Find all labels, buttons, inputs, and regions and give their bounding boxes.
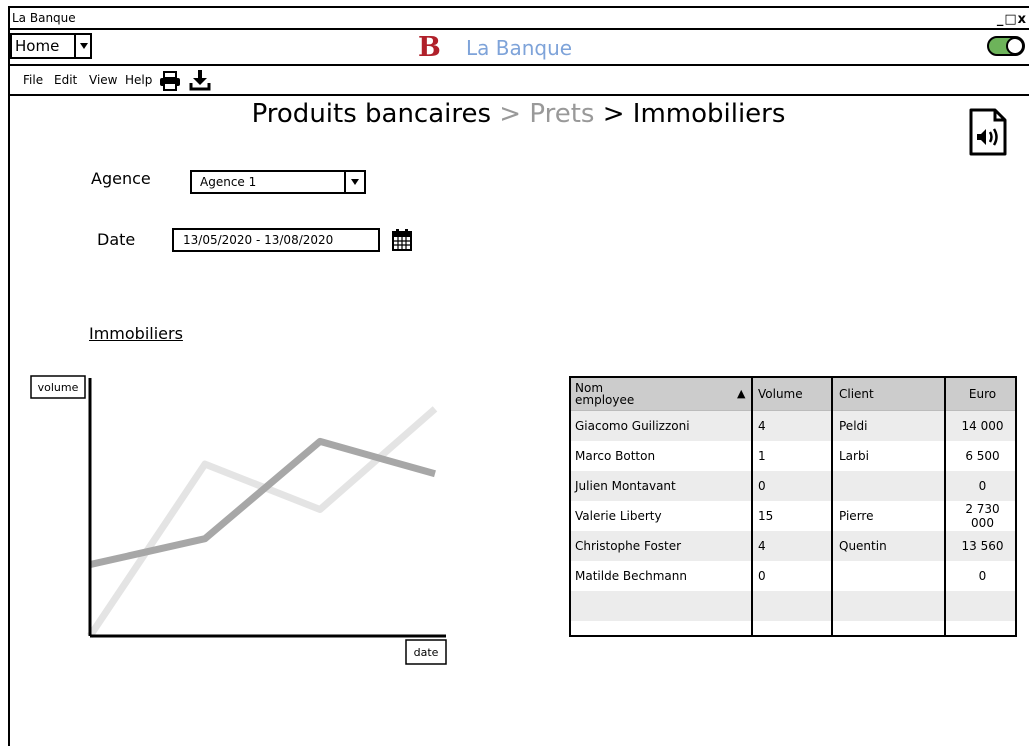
cell-nom: Christophe Foster: [571, 531, 754, 561]
download-icon[interactable]: [189, 69, 211, 91]
cell-client: Pierre: [839, 509, 874, 523]
table-row[interactable]: Julien Montavant 0 0: [571, 471, 1015, 501]
agence-label: Agence: [91, 169, 151, 188]
table-row[interactable]: [571, 621, 1015, 651]
table-row[interactable]: Christophe Foster 4 Quentin 13 560: [571, 531, 1015, 561]
title-bar: La Banque _□x: [10, 8, 1029, 30]
breadcrumb-immobiliers[interactable]: Immobiliers: [633, 99, 786, 129]
series-line-1: [87, 406, 438, 638]
cell-volume: 0: [754, 471, 835, 501]
table-row[interactable]: Giacomo Guilizzoni 4 Peldi 14 000: [571, 410, 1015, 441]
sort-icon[interactable]: ▲: [737, 388, 745, 400]
y-axis-label: volume: [38, 381, 79, 394]
breadcrumb-prets[interactable]: Prets: [529, 99, 594, 129]
toggle-switch[interactable]: [987, 36, 1025, 56]
breadcrumb-produits[interactable]: Produits bancaires: [252, 99, 491, 129]
section-title-link[interactable]: Immobiliers: [89, 324, 183, 343]
brand-name: La Banque: [466, 36, 573, 60]
home-select-value: Home: [15, 37, 60, 55]
line-chart: volume date: [30, 375, 447, 665]
cell-euro: [950, 621, 1015, 651]
cell-volume: 0: [758, 569, 766, 583]
printer-icon[interactable]: [158, 71, 182, 91]
menu-file[interactable]: File: [23, 66, 43, 94]
agence-select-value: Agence 1: [200, 175, 257, 189]
cell-nom: Giacomo Guilizzoni: [571, 410, 754, 441]
cell-nom: Marco Botton: [575, 449, 656, 463]
cell-client: Quentin: [835, 531, 950, 561]
cell-nom: Valerie Liberty: [575, 509, 662, 523]
table-row[interactable]: Marco Botton 1 Larbi 6 500: [571, 441, 1015, 471]
col-header-euro[interactable]: Euro: [950, 378, 1015, 411]
cell-volume: [754, 591, 835, 621]
cell-euro: [950, 591, 1015, 621]
cell-nom: Matilde Bechmann: [575, 569, 687, 583]
cell-client: [835, 471, 950, 501]
cell-euro: 13 560: [950, 531, 1015, 561]
column-divider: [831, 378, 833, 637]
cell-nom: [571, 591, 754, 621]
cell-client: [835, 621, 950, 651]
cell-euro: 0: [978, 569, 987, 583]
col-header-client[interactable]: Client: [835, 378, 950, 411]
cell-euro: 0: [950, 471, 1015, 501]
calendar-icon[interactable]: [391, 228, 413, 252]
employee-table: Nom employee ▲ Volume Client Euro Giacom…: [569, 376, 1017, 637]
cell-euro: 2 730 000: [965, 502, 1000, 530]
cell-euro: 6 500: [965, 449, 1000, 463]
date-range-input[interactable]: 13/05/2020 - 13/08/2020: [172, 228, 380, 252]
table-row[interactable]: [571, 591, 1015, 621]
home-select[interactable]: Home: [10, 33, 92, 59]
date-label: Date: [97, 230, 136, 249]
cell-client: Larbi: [839, 449, 869, 463]
window-title: La Banque: [12, 11, 76, 25]
menu-edit[interactable]: Edit: [54, 66, 77, 94]
breadcrumb: Produits bancaires > Prets > Immobiliers: [8, 98, 1029, 130]
chevron-down-icon[interactable]: [344, 172, 364, 192]
menu-help[interactable]: Help: [125, 66, 152, 94]
col-header-volume[interactable]: Volume: [754, 378, 835, 411]
brand-logo: B: [418, 32, 441, 63]
series-line-2: [89, 437, 436, 569]
breadcrumb-sep: >: [491, 99, 530, 129]
nav-bar: Home B La Banque: [10, 30, 1029, 66]
cell-client: Peldi: [835, 410, 950, 441]
chevron-down-icon[interactable]: [74, 33, 90, 59]
table-row[interactable]: Valerie Liberty 15 Pierre 2 730 000: [571, 501, 1015, 531]
window-controls[interactable]: _□x: [997, 10, 1027, 30]
column-divider: [944, 378, 946, 637]
cell-volume: 4: [754, 410, 835, 441]
x-axis-label: date: [414, 646, 439, 659]
cell-euro: 14 000: [950, 410, 1015, 441]
cell-nom: [571, 621, 754, 651]
menu-view[interactable]: View: [89, 66, 117, 94]
chart-series: [87, 406, 438, 638]
cell-client: [835, 561, 950, 591]
col-header-nom-label: Nom employee: [575, 381, 635, 407]
column-divider: [751, 378, 753, 637]
table-header-row: Nom employee ▲ Volume Client Euro: [571, 378, 1015, 411]
table-row[interactable]: Matilde Bechmann 0 0: [571, 561, 1015, 591]
cell-client: [835, 591, 950, 621]
menu-bar: File Edit View Help: [10, 66, 1029, 96]
date-range-value: 13/05/2020 - 13/08/2020: [183, 233, 334, 247]
cell-volume: [754, 621, 835, 651]
cell-nom: Julien Montavant: [571, 471, 754, 501]
audio-document-icon[interactable]: [968, 108, 1008, 156]
col-header-nom[interactable]: Nom employee ▲: [571, 378, 754, 411]
cell-volume: 15: [758, 509, 774, 523]
breadcrumb-sep: >: [594, 99, 633, 129]
cell-volume: 1: [758, 449, 766, 463]
agence-select[interactable]: Agence 1: [190, 170, 366, 194]
cell-volume: 4: [754, 531, 835, 561]
toggle-knob: [1006, 37, 1024, 55]
